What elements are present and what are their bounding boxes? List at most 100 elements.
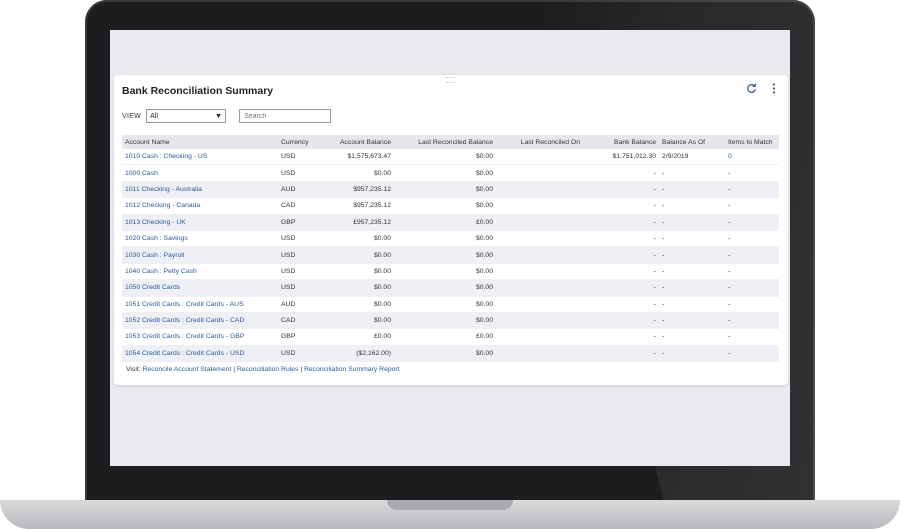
- last-reconciled-on-cell: [496, 214, 583, 231]
- col-account-balance[interactable]: Account Balance: [320, 135, 394, 149]
- currency-cell: USD: [278, 230, 320, 248]
- link-reconcile-account-statement[interactable]: Reconcile Account Statement: [143, 366, 232, 373]
- view-label: VIEW: [122, 112, 142, 120]
- currency-cell: AUD: [278, 296, 320, 313]
- last-reconciled-on-cell: [496, 312, 583, 330]
- last-reconciled-on-cell: [496, 197, 583, 215]
- last-reconciled-on-cell: [496, 296, 583, 313]
- table-row: 1010 Cash : Checking - US USD $1,575,673.4…: [122, 149, 779, 166]
- currency-cell: USD: [278, 149, 320, 166]
- items-to-match-cell[interactable]: 0: [725, 149, 779, 166]
- last-reconciled-balance-cell: $0.00: [394, 164, 496, 182]
- items-to-match-cell: -: [725, 328, 779, 346]
- balance-as-of-cell: -: [659, 181, 725, 199]
- bank-balance-cell: -: [583, 181, 659, 199]
- laptop-base-notch: [387, 500, 513, 510]
- balance-as-of-cell: -: [659, 214, 725, 231]
- account-name-cell[interactable]: 1010 Cash : Checking - US: [122, 149, 278, 166]
- more-vertical-icon[interactable]: [767, 83, 781, 97]
- last-reconciled-balance-cell: $0.00: [394, 263, 496, 281]
- account-balance-cell: $0.00: [320, 230, 394, 248]
- last-reconciled-on-cell: [496, 246, 583, 264]
- account-balance-cell: $0.00: [320, 246, 394, 264]
- account-name-cell[interactable]: 1040 Cash : Petty Cash: [122, 263, 278, 281]
- balance-as-of-cell: -: [659, 230, 725, 248]
- table-row: 1052 Credit Cards : Credit Cards - CAD CA…: [122, 312, 779, 330]
- items-to-match-cell: -: [725, 296, 779, 313]
- table-row: 1012 Checking - Canada CAD $957,235.12 $0.0…: [122, 197, 779, 215]
- col-bank-balance[interactable]: Bank Balance: [583, 135, 659, 149]
- last-reconciled-balance-cell: $0.00: [394, 149, 496, 166]
- balance-as-of-cell: -: [659, 345, 725, 363]
- items-to-match-cell: -: [725, 263, 779, 281]
- balance-as-of-cell: -: [659, 263, 725, 281]
- items-to-match-cell: -: [725, 246, 779, 264]
- items-to-match-cell: -: [725, 279, 779, 297]
- account-name-cell[interactable]: 1054 Credit Cards : Credit Cards - USD: [122, 345, 278, 363]
- items-to-match-cell: -: [725, 164, 779, 182]
- col-last-reconciled-balance[interactable]: Last Reconciled Balance: [394, 135, 496, 149]
- balance-as-of-cell: -: [659, 164, 725, 182]
- currency-cell: CAD: [278, 312, 320, 330]
- table-row: 1040 Cash : Petty Cash USD $0.00 $0.00- - -: [122, 263, 779, 281]
- drag-handle[interactable]: [446, 77, 456, 83]
- link-reconciliation-summary-report[interactable]: Reconciliation Summary Report: [304, 366, 400, 373]
- account-balance-cell: $0.00: [320, 263, 394, 281]
- account-name-cell[interactable]: 1011 Checking - Australia: [122, 181, 278, 199]
- account-name-cell[interactable]: 1052 Credit Cards : Credit Cards - CAD: [122, 312, 278, 330]
- balance-as-of-cell: -: [659, 197, 725, 215]
- currency-cell: USD: [278, 345, 320, 363]
- account-name-cell[interactable]: 1013 Checking - UK: [122, 214, 278, 231]
- last-reconciled-on-cell: [496, 345, 583, 363]
- account-name-cell[interactable]: 1050 Credit Cards: [122, 279, 278, 297]
- link-reconciliation-rules[interactable]: Reconciliation Rules: [237, 366, 299, 373]
- bank-balance-cell: $1,751,012.30: [583, 149, 659, 166]
- last-reconciled-on-cell: [496, 279, 583, 297]
- account-balance-cell: $0.00: [320, 164, 394, 182]
- view-filter-row: VIEW All ▼: [122, 108, 332, 124]
- table-row: 1020 Cash : Savings USD $0.00 $0.00- - -: [122, 230, 779, 248]
- visit-label: Visit:: [126, 366, 141, 373]
- balance-as-of-cell: -: [659, 246, 725, 264]
- balance-as-of-cell: 2/9/2019: [659, 149, 725, 166]
- chevron-down-icon: ▼: [215, 112, 223, 120]
- footer-separator: |: [300, 366, 303, 373]
- view-select[interactable]: All ▼: [146, 109, 227, 123]
- account-name-cell[interactable]: 1030 Cash : Payroll: [122, 246, 278, 264]
- view-select-value: All: [150, 112, 158, 120]
- account-name-cell[interactable]: 1020 Cash : Savings: [122, 230, 278, 248]
- bank-balance-cell: -: [583, 279, 659, 297]
- currency-cell: USD: [278, 263, 320, 281]
- bank-balance-cell: -: [583, 246, 659, 264]
- account-name-cell[interactable]: 1053 Credit Cards : Credit Cards - GBP: [122, 328, 278, 346]
- bank-balance-cell: -: [583, 312, 659, 330]
- currency-cell: GBP: [278, 328, 320, 346]
- account-balance-cell: $1,575,673.47: [320, 149, 394, 166]
- account-name-cell[interactable]: 1000 Cash: [122, 164, 278, 182]
- col-account-name[interactable]: Account Name: [122, 135, 278, 149]
- bank-balance-cell: -: [583, 197, 659, 215]
- last-reconciled-on-cell: [496, 328, 583, 346]
- table-header-row: Account Name Currency Account Balance La…: [122, 135, 779, 149]
- currency-cell: GBP: [278, 214, 320, 231]
- last-reconciled-on-cell: [496, 149, 583, 166]
- currency-cell: CAD: [278, 197, 320, 215]
- last-reconciled-balance-cell: $0.00: [394, 279, 496, 297]
- refresh-icon[interactable]: [744, 83, 758, 97]
- last-reconciled-balance-cell: £0.00: [394, 214, 496, 231]
- col-balance-as-of[interactable]: Balance As Of: [659, 135, 725, 149]
- last-reconciled-on-cell: [496, 164, 583, 182]
- currency-cell: USD: [278, 246, 320, 264]
- account-name-cell[interactable]: 1051 Credit Cards : Credit Cards - AUS: [122, 296, 278, 313]
- last-reconciled-balance-cell: $0.00: [394, 312, 496, 330]
- account-balance-cell: ($2,162.00): [320, 345, 394, 363]
- account-balance-cell: $0.00: [320, 312, 394, 330]
- last-reconciled-balance-cell: $0.00: [394, 197, 496, 215]
- search-input[interactable]: [239, 109, 332, 123]
- col-items-to-match[interactable]: Items to Match: [725, 135, 779, 149]
- table-row: 1000 Cash USD $0.00 $0.00- - -: [122, 164, 779, 182]
- col-last-reconciled-on[interactable]: Last Reconciled On: [496, 135, 583, 149]
- refresh-icon-graphic: [746, 83, 756, 93]
- account-name-cell[interactable]: 1012 Checking - Canada: [122, 197, 278, 215]
- col-currency[interactable]: Currency: [278, 135, 320, 149]
